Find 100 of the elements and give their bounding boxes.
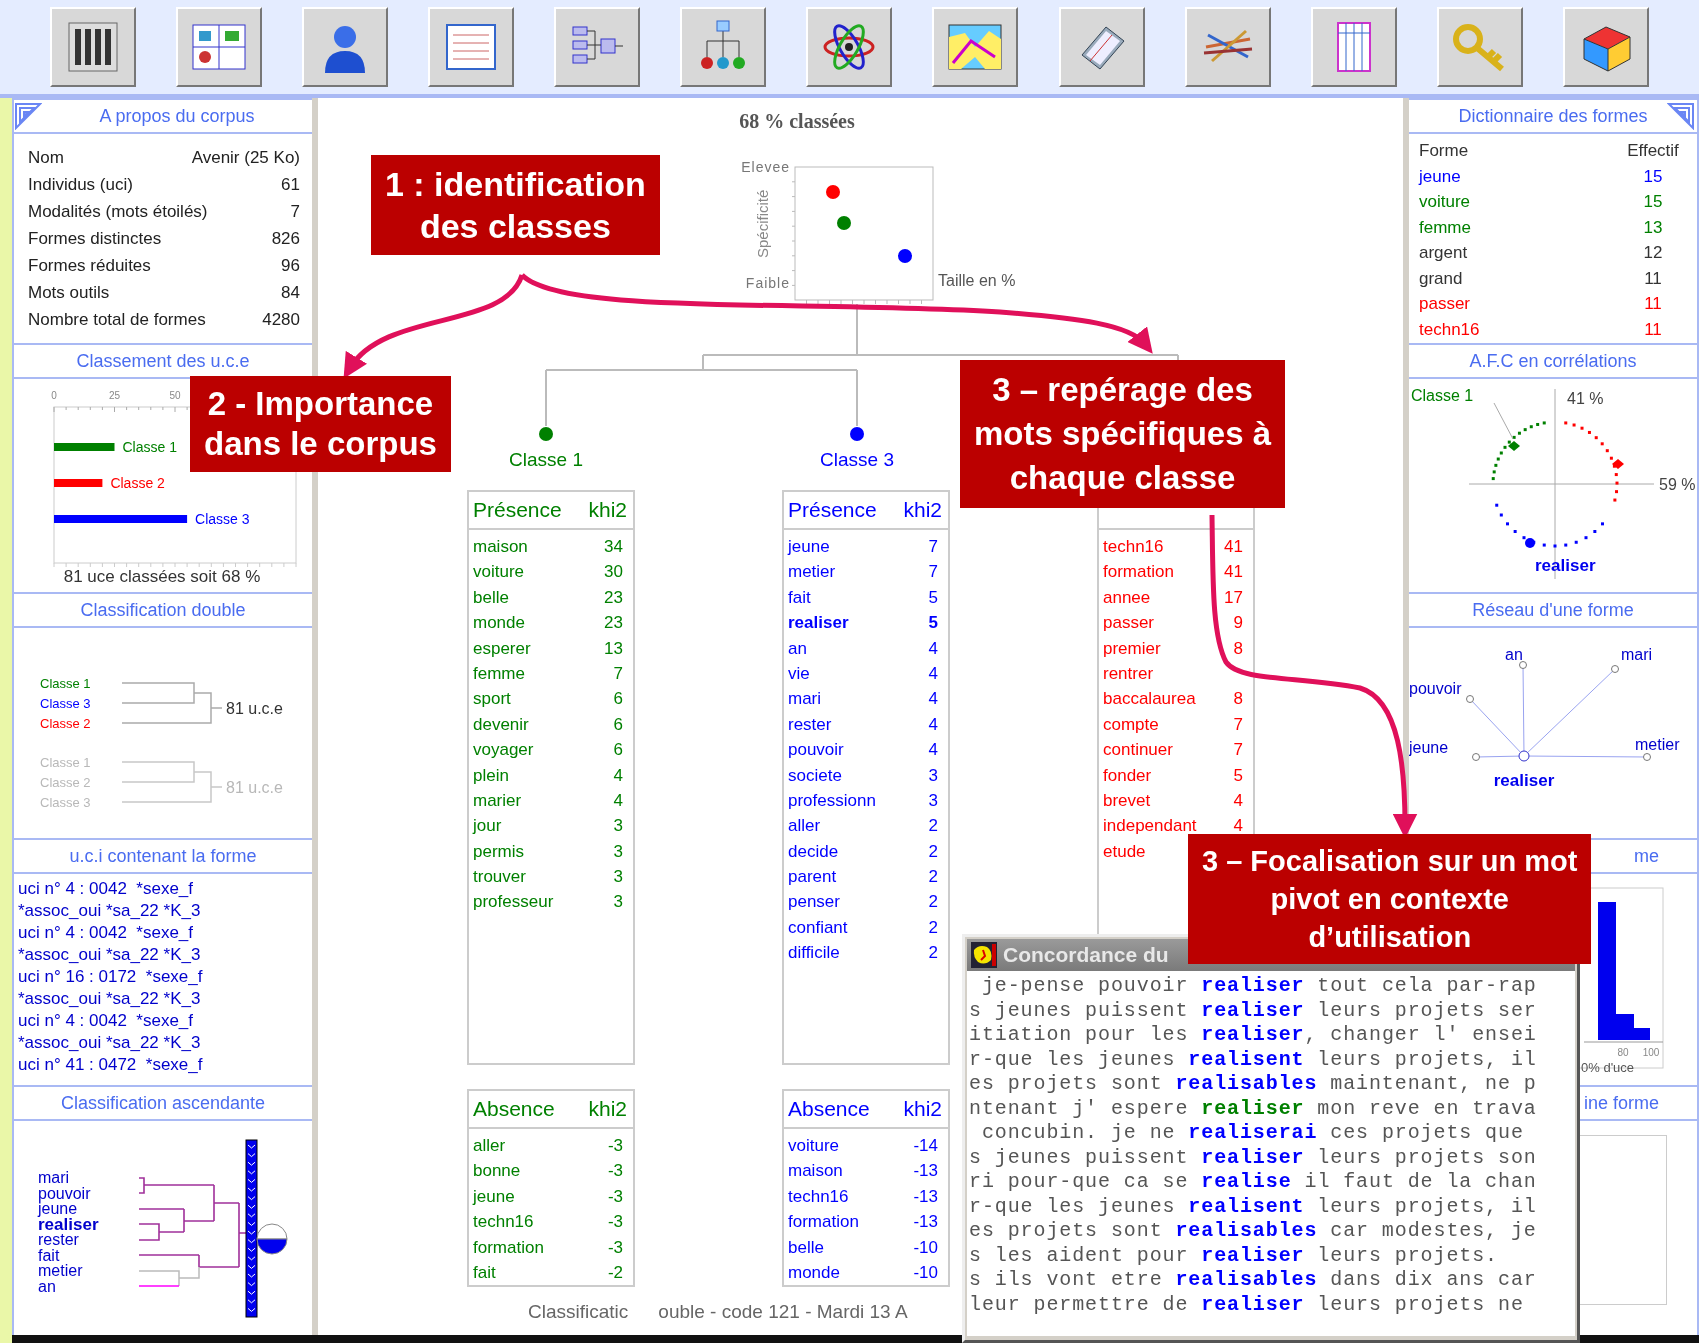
table-cell[interactable]: voiture — [473, 559, 525, 585]
table-cell[interactable]: devenir — [473, 711, 529, 738]
table-cell[interactable]: femme — [1419, 214, 1471, 240]
uci-line[interactable]: *assoc_oui *sa_22 *K_3 — [18, 944, 308, 966]
table-cell[interactable]: rentrer — [1103, 660, 1154, 687]
table-cell[interactable]: formation — [788, 1209, 859, 1235]
table-cell[interactable]: rester — [788, 711, 832, 738]
table-cell[interactable]: etude — [1103, 838, 1146, 865]
table-cell[interactable]: baccalaurea — [1103, 686, 1196, 712]
data-point — [898, 249, 912, 263]
table-cell[interactable]: parent — [788, 864, 837, 890]
table-cell[interactable]: belle — [473, 584, 509, 611]
table-cell[interactable]: vie — [788, 660, 810, 687]
table-cell[interactable]: penser — [788, 889, 840, 915]
node-icon — [1643, 753, 1651, 761]
table-cell[interactable]: metier — [788, 559, 836, 585]
table-cell[interactable]: maison — [473, 534, 528, 560]
table-cell[interactable]: marier — [473, 787, 522, 814]
app-icon — [971, 942, 997, 968]
table-cell[interactable]: sport — [473, 686, 511, 712]
table-cell[interactable]: an — [788, 635, 807, 661]
table-cell[interactable]: voyager — [473, 737, 534, 763]
table-cell[interactable]: pouvoir — [788, 737, 844, 763]
table-cell[interactable]: femme — [473, 660, 525, 687]
toolbar-button[interactable] — [806, 7, 893, 87]
table-cell[interactable]: belle — [788, 1234, 824, 1260]
table-cell[interactable]: monde — [473, 610, 525, 636]
toolbar-button[interactable] — [302, 7, 389, 87]
uci-line[interactable]: uci n° 4 : 0042 *sexe_f — [18, 878, 308, 900]
uci-line[interactable]: *assoc_oui *sa_22 *K_3 — [18, 1032, 308, 1054]
table-cell[interactable]: maison — [788, 1158, 843, 1184]
table-cell[interactable]: plein — [473, 762, 509, 788]
table-cell[interactable]: confiant — [788, 914, 848, 941]
table-cell[interactable]: grand — [1419, 265, 1463, 291]
chart-title: 68 % classées — [739, 110, 855, 132]
table-cell[interactable]: societe — [788, 762, 842, 788]
toolbar-button[interactable] — [50, 7, 137, 87]
uci-line[interactable]: uci n° 4 : 0042 *sexe_f — [18, 922, 308, 944]
table-cell[interactable]: voiture — [1419, 189, 1471, 215]
table-cell[interactable]: fait — [473, 1259, 496, 1286]
uci-line[interactable]: uci n° 16 : 0172 *sexe_f — [18, 966, 308, 988]
table-cell[interactable]: continuer — [1103, 737, 1173, 763]
table-cell[interactable]: techn16 — [1419, 316, 1480, 342]
uce-count: 81 u.c.e — [226, 700, 283, 717]
table-cell[interactable]: trouver — [473, 864, 526, 890]
node-label: mari — [1621, 646, 1653, 663]
table-cell[interactable]: argent — [1419, 240, 1468, 266]
table-cell[interactable]: jour — [473, 813, 502, 839]
axis-title: Spécificité — [754, 189, 771, 258]
uci-line[interactable]: *assoc_oui *sa_22 *K_3 — [18, 900, 308, 922]
axis-title: Taille en % — [938, 272, 1016, 289]
table-cell-text: 7 — [1233, 713, 1243, 736]
table-cell[interactable]: jeune — [788, 534, 830, 560]
toolbar-button[interactable] — [1562, 7, 1649, 87]
table-cell[interactable]: aller — [788, 813, 821, 839]
uci-line[interactable]: *assoc_oui *sa_22 *K_3 — [18, 988, 308, 1010]
node-label: pouvoir — [1409, 680, 1462, 697]
chart-caption: 81 uce classées soit 68 % — [63, 567, 261, 586]
table-cell[interactable]: mari — [788, 686, 822, 712]
uci-line[interactable]: uci n° 4 : 0042 *sexe_f — [18, 1010, 308, 1032]
table-cell[interactable]: professeur — [473, 889, 554, 915]
table-cell[interactable]: fonder — [1103, 762, 1152, 788]
table-cell[interactable]: brevet — [1103, 787, 1151, 814]
column-header: Absence — [473, 1096, 555, 1122]
concordance-line: s les aident pour realiser leurs projets. — [968, 1243, 1499, 1268]
table-cell[interactable]: compte — [1103, 711, 1159, 738]
table-cell[interactable]: permis — [473, 838, 524, 865]
table-cell[interactable]: aller — [473, 1133, 506, 1159]
table-cell[interactable]: voiture — [788, 1133, 840, 1159]
uce-count: 81 u.c.e — [226, 779, 283, 796]
table-cell[interactable]: professionn — [788, 787, 876, 814]
table-cell[interactable]: techn16 — [473, 1209, 534, 1235]
table-cell[interactable]: techn16 — [1103, 534, 1164, 560]
callout-text: 2 - Importance — [206, 384, 435, 424]
table-cell[interactable]: fait — [788, 584, 811, 611]
table-cell-text: 13 — [1642, 216, 1664, 239]
toolbar-button[interactable] — [1184, 7, 1271, 87]
table-cell[interactable]: independant — [1103, 813, 1197, 839]
table-cell[interactable]: jeune — [1419, 163, 1461, 189]
table-cell[interactable]: realiser — [788, 610, 849, 636]
table-cell[interactable]: formation — [1103, 559, 1174, 585]
tick-label: 50 — [169, 390, 181, 401]
concordance-line: r-que les jeunes realisent leurs projets, il — [968, 1194, 1538, 1219]
table-cell[interactable]: esperer — [473, 635, 531, 661]
table-cell[interactable]: formation — [473, 1234, 544, 1260]
table-cell[interactable]: monde — [788, 1259, 840, 1286]
toolbar-button[interactable] — [428, 7, 515, 87]
table-cell[interactable]: annee — [1103, 584, 1151, 611]
table-cell[interactable]: passer — [1419, 291, 1471, 317]
table-cell[interactable]: decide — [788, 838, 839, 865]
section-title: Classification double — [14, 592, 312, 628]
uci-line[interactable]: uci n° 41 : 0472 *sexe_f — [18, 1054, 308, 1076]
table-cell[interactable]: premier — [1103, 635, 1161, 661]
axis-label: 59 % — [1659, 476, 1696, 493]
table-cell[interactable]: bonne — [473, 1158, 521, 1184]
table-cell[interactable]: techn16 — [788, 1183, 849, 1210]
table-cell[interactable]: jeune — [473, 1183, 515, 1210]
table-cell[interactable]: passer — [1103, 610, 1155, 636]
table-cell[interactable]: difficile — [788, 940, 840, 966]
data-point — [826, 185, 840, 199]
